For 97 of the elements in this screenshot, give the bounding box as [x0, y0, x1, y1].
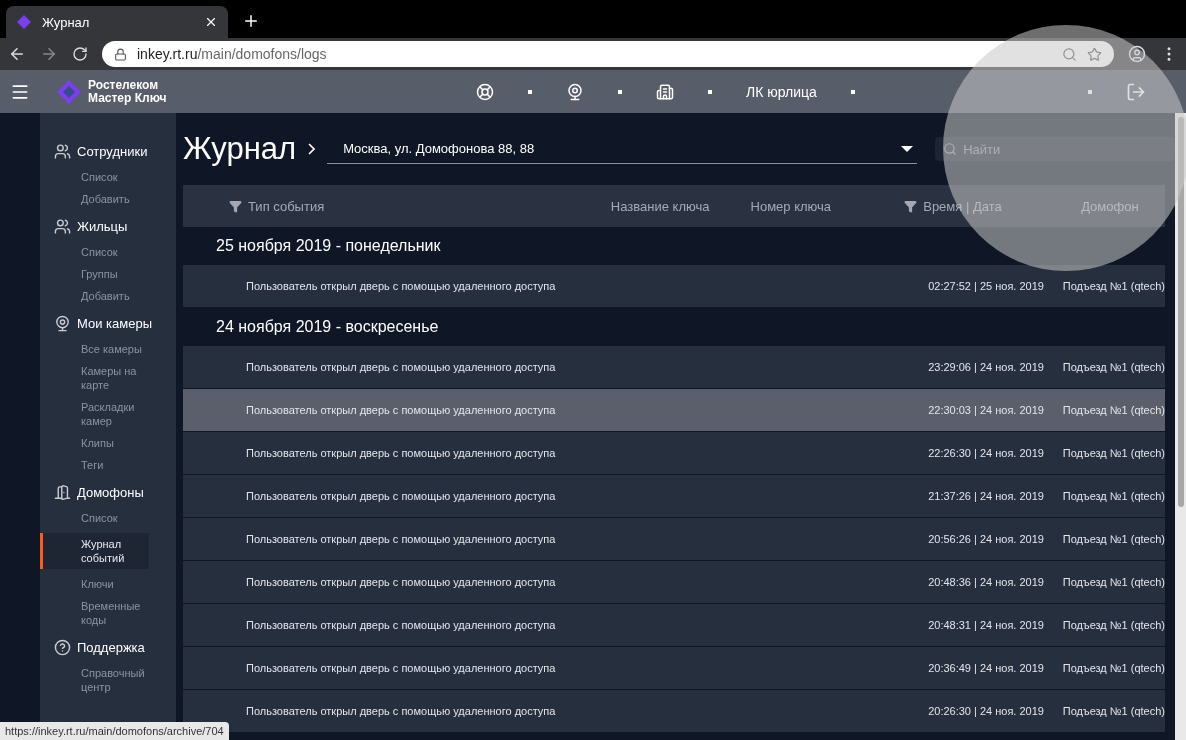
caret-icon: [901, 145, 914, 152]
address-field[interactable]: inkey.rt.ru/main/domofons/logs: [102, 41, 1114, 67]
table-cell: 20:48:31 | 24 ноя. 2019: [928, 619, 1044, 631]
table-row[interactable]: Пользователь открыл дверь с помощью удаленного доступа 22:30:03 | 24 ноя. 2019 Подъезд №1 (qtech): [183, 389, 1165, 431]
page-title: Журнал: [183, 131, 297, 167]
chevron-icon: [308, 143, 316, 155]
sidebar-section[interactable]: Домофоны: [40, 484, 176, 511]
table-cell: Подъезд №1 (qtech): [1062, 280, 1165, 292]
sidebar-item[interactable]: Список: [40, 245, 149, 259]
building-icon[interactable]: [656, 82, 674, 101]
lock-icon: [114, 47, 127, 61]
sidebar-item[interactable]: Список: [40, 511, 149, 525]
browser-tab[interactable]: Журнал: [6, 6, 228, 38]
address-select[interactable]: Москва, ул. Домофонова 88, 88: [327, 134, 918, 164]
status-url: https://inkey.rt.ru/main/domofons/archive/704: [0, 722, 229, 740]
sidebar-item[interactable]: Справочный центр: [40, 666, 149, 694]
close-icon[interactable]: [204, 15, 218, 29]
filter-icon[interactable]: [229, 199, 242, 213]
table-row[interactable]: Пользователь открыл дверь с помощью удаленного доступа 22:26:30 | 24 ноя. 2019 Подъезд №1 (qtech): [183, 432, 1165, 474]
table-row[interactable]: Пользователь открыл дверь с помощью удаленного доступа 21:37:26 | 24 ноя. 2019 Подъезд №1 (qtech): [183, 475, 1165, 517]
table-cell: Подъезд №1 (qtech): [1062, 490, 1165, 502]
group-title: 25 ноября 2019 - понедельник: [215, 236, 442, 256]
table-cell: Пользователь открыл дверь с помощью удаленного доступа: [246, 662, 556, 674]
table-cell: 20:26:30 | 24 ноя. 2019: [928, 705, 1044, 717]
table-row[interactable]: Пользователь открыл дверь с помощью удаленного доступа 02:27:52 | 25 ноя. 2019 Подъезд №1 (qtech): [183, 265, 1165, 307]
url-text: inkey.rt.ru/main/domofons/logs: [137, 46, 327, 62]
table-row[interactable]: Пользователь открыл дверь с помощью удаленного доступа 20:36:49 | 24 ноя. 2019 Подъезд №1 (qtech): [183, 647, 1165, 689]
sidebar-section[interactable]: Жильцы: [40, 218, 176, 245]
sidebar-item[interactable]: Ключи: [40, 577, 149, 591]
sidebar-section[interactable]: Мои камеры: [40, 315, 176, 342]
forward-icon[interactable]: [40, 45, 58, 63]
table-cell: Пользователь открыл дверь с помощью удаленного доступа: [246, 447, 556, 459]
table-cell: 22:26:30 | 24 ноя. 2019: [928, 447, 1044, 459]
table-cell: Пользователь открыл дверь с помощью удаленного доступа: [246, 280, 556, 292]
table-row[interactable]: Пользователь открыл дверь с помощью удаленного доступа 20:48:31 | 24 ноя. 2019 Подъезд №1 (qtech): [183, 604, 1165, 646]
door-icon: [54, 484, 71, 501]
table-cell: 02:27:52 | 25 ноя. 2019: [928, 280, 1044, 292]
back-icon[interactable]: [8, 45, 26, 63]
sidebar-item[interactable]: Камеры на карте: [40, 364, 149, 392]
table-row[interactable]: Пользователь открыл дверь с помощью удаленного доступа 20:56:26 | 24 ноя. 2019 Подъезд №1 (qtech): [183, 518, 1165, 560]
search-icon: [943, 142, 958, 156]
table-cell: Пользователь открыл дверь с помощью удаленного доступа: [246, 619, 556, 631]
filter-icon[interactable]: [904, 199, 918, 213]
sidebar-section[interactable]: Поддержка: [40, 639, 176, 666]
reload-icon[interactable]: [72, 46, 88, 62]
new-tab-icon[interactable]: [242, 12, 260, 30]
table-cell: Подъезд №1 (qtech): [1062, 705, 1165, 717]
table-cell: 21:37:26 | 24 ноя. 2019: [928, 490, 1044, 502]
table-cell: Пользователь открыл дверь с помощью удаленного доступа: [246, 361, 556, 373]
table-cell: Подъезд №1 (qtech): [1062, 533, 1165, 545]
table-cell: 22:30:03 | 24 ноя. 2019: [928, 404, 1044, 416]
table-cell: Подъезд №1 (qtech): [1062, 619, 1165, 631]
table-cell: Подъезд №1 (qtech): [1062, 404, 1165, 416]
profile-icon[interactable]: [1128, 45, 1146, 63]
sidebar-item[interactable]: Группы: [40, 267, 149, 281]
sidebar-item[interactable]: Временные коды: [40, 599, 149, 627]
sidebar-item[interactable]: Добавить: [40, 192, 149, 206]
logo-icon: [56, 78, 82, 105]
account-link[interactable]: ЛК юрлица: [746, 83, 817, 100]
star-icon[interactable]: [1087, 46, 1102, 62]
people-icon: [54, 143, 71, 160]
sidebar-item[interactable]: Клипы: [40, 436, 149, 450]
logo-icon: [16, 14, 32, 30]
scrollbar[interactable]: [1175, 113, 1186, 740]
table-cell: 20:36:49 | 24 ноя. 2019: [928, 662, 1044, 674]
group-title: 24 ноября 2019 - воскресенье: [215, 317, 440, 337]
sidebar-item[interactable]: Все камеры: [40, 342, 149, 356]
logo-text: Ростелеком Мастер Ключ: [88, 78, 167, 105]
column-header[interactable]: Номер ключа: [750, 198, 832, 214]
table-cell: Пользователь открыл дверь с помощью удаленного доступа: [246, 705, 556, 717]
table-cell: Подъезд №1 (qtech): [1062, 447, 1165, 459]
table-cell: Подъезд №1 (qtech): [1062, 576, 1165, 588]
column-header[interactable]: Тип события: [248, 198, 325, 214]
sidebar-item[interactable]: Список: [40, 170, 149, 184]
sidebar-section[interactable]: Сотрудники: [40, 143, 176, 170]
table-row[interactable]: Пользователь открыл дверь с помощью удаленного доступа 23:29:06 | 24 ноя. 2019 Подъезд №1 (qtech): [183, 346, 1165, 388]
webcam-icon: [54, 315, 71, 332]
table-cell: Пользователь открыл дверь с помощью удаленного доступа: [246, 404, 556, 416]
column-header[interactable]: Название ключа: [610, 198, 710, 214]
table-cell: Подъезд №1 (qtech): [1062, 662, 1165, 674]
sidebar-item[interactable]: Журнал событий: [40, 533, 149, 569]
sidebar-item[interactable]: Раскладки камер: [40, 400, 149, 428]
table-cell: 20:48:36 | 24 ноя. 2019: [928, 576, 1044, 588]
tab-title: Журнал: [42, 14, 91, 30]
table-cell: Пользователь открыл дверь с помощью удаленного доступа: [246, 533, 556, 545]
help-icon: [54, 639, 71, 656]
lifebuoy-icon[interactable]: [476, 82, 494, 101]
table-cell: Подъезд №1 (qtech): [1062, 361, 1165, 373]
table-cell: Пользователь открыл дверь с помощью удаленного доступа: [246, 490, 556, 502]
table-cell: Пользователь открыл дверь с помощью удаленного доступа: [246, 576, 556, 588]
table-row[interactable]: Пользователь открыл дверь с помощью удаленного доступа 20:48:36 | 24 ноя. 2019 Подъезд №1 (qtech): [183, 561, 1165, 603]
webcam-icon[interactable]: [566, 82, 584, 101]
sidebar-item[interactable]: Теги: [40, 458, 149, 472]
people-icon: [54, 218, 71, 235]
table-cell: 20:56:26 | 24 ноя. 2019: [928, 533, 1044, 545]
table-cell: 23:29:06 | 24 ноя. 2019: [928, 361, 1044, 373]
sidebar-item[interactable]: Добавить: [40, 289, 149, 303]
